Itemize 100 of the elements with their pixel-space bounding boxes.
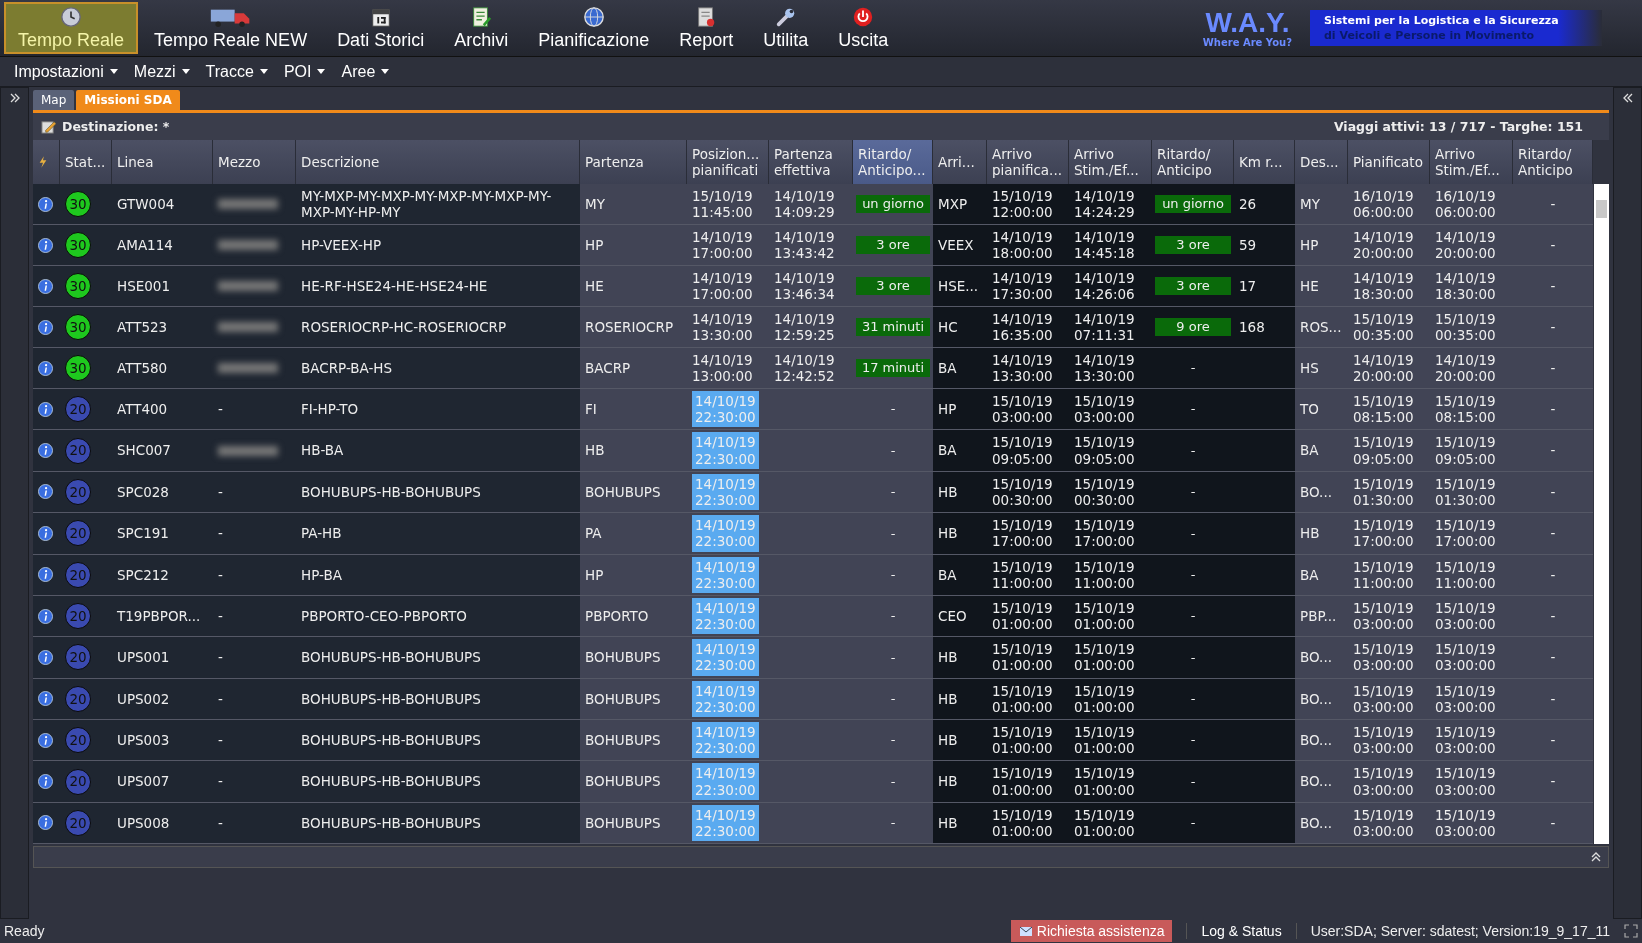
fullscreen-icon[interactable]	[1624, 924, 1638, 938]
table-cell: HP	[580, 225, 687, 265]
delay-label: -	[889, 690, 897, 708]
collapse-icon[interactable]	[1590, 851, 1602, 864]
toolbar-button[interactable]: Tempo Reale NEW	[140, 2, 322, 54]
expand-icon[interactable]	[8, 92, 21, 104]
date-cell: 15/10/19 17:00:00	[1353, 517, 1414, 550]
table-cell: BA	[1295, 430, 1348, 471]
date-cell: 15/10/19 12:00:00	[992, 187, 1053, 221]
table-cell: -	[218, 401, 223, 418]
table-cell: HSE001	[112, 266, 213, 306]
table-cell: -	[218, 525, 223, 542]
menu-item[interactable]: Aree	[333, 62, 398, 81]
table-cell: T19PBPOR...	[112, 595, 213, 637]
scrollbar-thumb[interactable]	[1596, 200, 1607, 218]
table-cell: PBPORTO-CEO-PBPORTO	[296, 595, 580, 637]
table-cell: HE-RF-HSE24-HE-HSE24-HE	[296, 266, 580, 306]
toolbar-button[interactable]: Utilita	[749, 2, 823, 54]
info-icon[interactable]	[38, 815, 53, 831]
delay-label: -	[889, 524, 897, 543]
summary-text: Viaggi attivi: 13 / 717 - Targhe: 151	[1333, 119, 1583, 134]
table-cell: BOHUBUPS	[580, 471, 687, 513]
table-cell: ROS...	[1295, 307, 1348, 347]
delay-label: -	[1189, 690, 1197, 708]
tab[interactable]: Map	[33, 90, 75, 110]
info-icon[interactable]	[38, 278, 53, 294]
info-icon[interactable]	[38, 401, 53, 417]
table-cell: -	[1550, 773, 1556, 790]
info-icon[interactable]	[38, 196, 53, 212]
toolbar-button[interactable]: Pianificazione	[524, 2, 664, 54]
table-cell: -	[1550, 483, 1556, 501]
info-icon[interactable]	[38, 360, 53, 376]
info-icon[interactable]	[38, 525, 53, 541]
date-cell: 14/10/19 13:00:00	[692, 351, 753, 385]
table-cell: -	[1550, 442, 1556, 459]
delay-label: -	[889, 565, 897, 584]
date-cell: 15/10/19 00:30:00	[1074, 475, 1135, 509]
date-cell: 14/10/19 18:30:00	[1435, 269, 1496, 303]
toolbar-button[interactable]: Report	[665, 2, 748, 54]
menu-item[interactable]: Mezzi	[125, 62, 198, 81]
column-header[interactable]: Ritardo/ Anticipo...	[853, 140, 933, 184]
date-cell: 16/10/19 06:00:00	[1435, 187, 1496, 221]
table-cell: -	[1550, 195, 1556, 213]
delay-label: -	[1189, 483, 1197, 501]
info-icon[interactable]	[38, 237, 53, 253]
menu-item[interactable]: Impostazioni	[6, 62, 126, 81]
help-button[interactable]: Richiesta assistenza	[1010, 920, 1173, 942]
info-icon[interactable]	[38, 319, 53, 335]
table-cell: -	[1550, 236, 1556, 254]
table-cell: HB	[933, 637, 987, 678]
table-cell: BOHUBUPS-HB-BOHUBUPS	[296, 637, 580, 678]
table-cell: -	[1550, 401, 1556, 418]
info-icon[interactable]	[38, 649, 53, 665]
table-cell: BO...	[1295, 761, 1348, 802]
info-icon[interactable]	[38, 608, 53, 624]
table-cell: BOHUBUPS-HB-BOHUBUPS	[296, 761, 580, 802]
scrollbar[interactable]	[1594, 184, 1609, 845]
toolbar-button[interactable]: Uscita	[824, 2, 903, 54]
table-cell: -	[1550, 690, 1556, 707]
delay-label: -	[1189, 648, 1197, 667]
date-cell: 14/10/19 17:00:00	[692, 269, 753, 303]
log-button[interactable]: Log & Status	[1186, 923, 1297, 939]
toolbar-button[interactable]: Archivi	[440, 2, 523, 54]
info-icon[interactable]	[38, 484, 53, 500]
table-cell: HB-BA	[296, 430, 580, 471]
delay-label: -	[1189, 565, 1197, 584]
menu-item[interactable]: POI	[275, 62, 334, 81]
date-cell: 15/10/19 17:00:00	[1435, 517, 1496, 550]
info-icon[interactable]	[38, 774, 53, 790]
date-cell: 15/10/19 00:35:00	[1353, 310, 1414, 344]
table-cell: BO...	[1295, 720, 1348, 761]
date-cell: 14/10/19 20:00:00	[1435, 351, 1496, 385]
info-icon[interactable]	[38, 443, 53, 459]
status-badge: 20	[65, 520, 91, 547]
date-cell: 15/10/19 03:00:00	[992, 393, 1053, 426]
toolbar-button[interactable]: Tempo Reale	[4, 2, 139, 54]
delay-label: -	[1189, 607, 1197, 625]
info-icon[interactable]	[38, 691, 53, 707]
delay-label: -	[889, 731, 897, 749]
table-cell: ATT580	[112, 348, 213, 388]
caret-icon	[317, 69, 326, 74]
table-cell: -	[1550, 566, 1556, 583]
date-cell: 14/10/19 20:00:00	[1353, 228, 1414, 262]
menu-item[interactable]: Tracce	[197, 62, 276, 81]
date-cell: 15/10/19 03:00:00	[1435, 641, 1496, 674]
date-cell: 15/10/19 01:00:00	[1074, 599, 1135, 633]
table-cell: BOHUBUPS-HB-BOHUBUPS	[296, 802, 580, 844]
table-cell: FI	[580, 389, 687, 430]
date-cell: 14/10/19 22:30:00	[692, 639, 759, 676]
info-icon[interactable]	[38, 567, 53, 583]
table-cell: HB	[933, 802, 987, 844]
table-cell: -	[218, 607, 223, 625]
date-cell: 14/10/19 17:30:00	[992, 269, 1053, 303]
collapse-icon[interactable]	[1621, 92, 1634, 104]
table-cell: -	[1550, 732, 1556, 749]
info-icon[interactable]	[38, 732, 53, 748]
table-cell: HSE...	[933, 266, 987, 306]
toolbar-button[interactable]: Dati Storici	[323, 2, 439, 54]
date-cell: 16/10/19 06:00:00	[1353, 187, 1414, 221]
table-cell: BOHUBUPS	[580, 761, 687, 802]
